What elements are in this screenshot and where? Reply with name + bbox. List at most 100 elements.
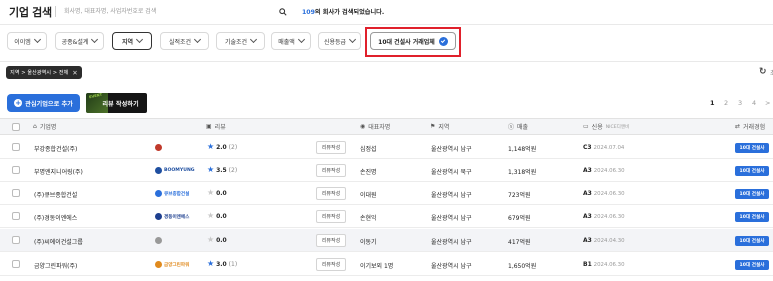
col-company[interactable]: ⌂ 기업명	[33, 122, 56, 131]
filter-label: 실적조건	[168, 38, 192, 46]
add-favorite-label: 관심기업으로 추가	[25, 100, 73, 108]
ceo-name: 심정섭	[360, 146, 377, 153]
write-review-row-button[interactable]: 리뷰작성	[316, 234, 346, 247]
rating-count: (1)	[228, 261, 238, 268]
flag-icon: ⚑	[430, 123, 436, 130]
row-checkbox[interactable]	[12, 189, 20, 197]
person-icon: ◉	[360, 123, 366, 130]
exchange-icon: ⇄	[735, 123, 741, 130]
trade-badge: 10대 건설사	[735, 212, 769, 222]
page-2[interactable]: 2	[724, 99, 728, 107]
credit-date: 2024.04.30	[593, 238, 625, 244]
region: 울산광역시 북구	[431, 169, 472, 176]
page-4[interactable]: 4	[752, 99, 756, 107]
logo-mark-icon	[155, 190, 162, 197]
company-name[interactable]: 부명엔지니어링(주)	[34, 167, 83, 176]
select-all-checkbox[interactable]	[12, 123, 20, 131]
result-message: 109의 회사가 검색되었습니다.	[302, 7, 384, 16]
check-icon	[438, 36, 448, 46]
active-filter-tag: 지역 > 울산광역시 > 전체 ✕	[6, 66, 82, 79]
col-region[interactable]: ⚑ 지역	[430, 122, 449, 131]
row-checkbox[interactable]	[12, 212, 20, 220]
write-review-row-button[interactable]: 리뷰작성	[316, 141, 346, 154]
write-review-row-button[interactable]: 리뷰작성	[316, 187, 346, 200]
region: 울산광역시 남구	[431, 263, 472, 270]
credit-date: 2024.07.04	[593, 145, 625, 151]
table-row[interactable]	[0, 182, 773, 205]
credit: A3 2024.06.30	[583, 190, 625, 197]
write-review-row-button[interactable]: 리뷰작성	[316, 258, 346, 271]
ceo-name: 이동기	[360, 239, 377, 246]
filter-chip-sales[interactable]: 매출액	[271, 32, 311, 50]
refresh-icon[interactable]: ↻	[759, 67, 767, 77]
rating: ★ 3.0 (1)	[207, 259, 237, 268]
filter-label: 지역	[121, 38, 134, 46]
trade-badge: 10대 건설사	[735, 143, 769, 153]
logo-text: 경동이엔에스	[164, 214, 190, 220]
col-sales-label: 매출	[517, 124, 529, 131]
table-row[interactable]	[0, 229, 773, 252]
table-row[interactable]	[0, 136, 773, 159]
rating-value: 0.0	[216, 213, 227, 220]
col-credit-sub: NICE디앤비	[605, 124, 630, 130]
logo-mark-icon	[155, 261, 162, 268]
company-name[interactable]: 부강종합건설(주)	[34, 144, 77, 153]
credit-date: 2024.06.30	[593, 168, 625, 174]
building-icon: ⌂	[33, 123, 37, 130]
chevron-down-icon	[297, 35, 305, 44]
add-favorite-button[interactable]: + 관심기업으로 추가	[7, 94, 80, 112]
logo-text: 큐브종합건설	[164, 191, 190, 197]
company-name[interactable]: (주)경동이엔에스	[34, 213, 77, 222]
col-trade[interactable]: ⇄ 거래경험	[735, 122, 765, 131]
table-row[interactable]	[0, 205, 773, 228]
star-icon: ★	[207, 142, 215, 151]
ceo-name: 손진명	[360, 169, 377, 176]
credit-grade: A3	[583, 213, 592, 220]
row-checkbox[interactable]	[12, 236, 20, 244]
company-name[interactable]: (주)큐브종합건설	[34, 190, 77, 199]
rating-value: 0.0	[216, 190, 227, 197]
star-icon: ★	[207, 188, 215, 197]
write-review-row-button[interactable]: 리뷰작성	[316, 210, 346, 223]
close-icon[interactable]: ✕	[72, 69, 77, 77]
trade-badge: 10대 건설사	[735, 166, 769, 176]
write-review-row-button[interactable]: 리뷰작성	[316, 164, 346, 177]
row-checkbox[interactable]	[12, 166, 20, 174]
filter-chip-iem[interactable]: 이이엠	[7, 32, 47, 50]
filter-chip-performance[interactable]: 실적조건	[160, 32, 209, 50]
result-count: 109	[302, 9, 315, 16]
credit-grade: B1	[583, 261, 592, 268]
filter-chip-credit[interactable]: 신용등급	[318, 32, 361, 50]
col-sales[interactable]: ⓢ 매출	[508, 122, 528, 131]
row-checkbox[interactable]	[12, 260, 20, 268]
col-credit[interactable]: ▭ 신용 NICE디앤비	[583, 122, 629, 131]
company-name[interactable]: 금양그린파워(주)	[34, 261, 77, 270]
chevron-down-icon	[135, 35, 144, 44]
col-credit-label: 신용	[591, 124, 603, 131]
row-checkbox[interactable]	[12, 143, 20, 151]
credit-grade: A3	[583, 190, 592, 197]
logo-mark-icon	[155, 213, 162, 220]
rating-value: 0.0	[216, 237, 227, 244]
search-input[interactable]	[64, 5, 286, 18]
col-trade-label: 거래경험	[743, 124, 766, 131]
write-review-button[interactable]: EVENT 리뷰 작성하기	[86, 93, 147, 113]
col-ceo[interactable]: ◉ 대표자명	[360, 122, 390, 131]
filter-label: 매출액	[278, 38, 295, 46]
sales: 1,650억원	[508, 263, 537, 270]
trade-badge: 10대 건설사	[735, 236, 769, 246]
page-3[interactable]: 3	[738, 99, 742, 107]
filter-chip-technology[interactable]: 기술조건	[216, 32, 265, 50]
page-title: 기업 검색	[9, 6, 52, 19]
chevron-down-icon	[33, 35, 41, 44]
col-ceo-label: 대표자명	[368, 124, 391, 131]
filter-chip-construction-type[interactable]: 공종&설계	[55, 32, 104, 50]
filter-chip-region[interactable]: 지역	[112, 32, 152, 50]
search-button[interactable]	[276, 5, 290, 18]
company-name[interactable]: (주)씨에이건설그룹	[34, 237, 83, 246]
page-1[interactable]: 1	[710, 99, 715, 107]
page-next[interactable]: >	[765, 99, 770, 107]
col-review[interactable]: ▣ 리뷰	[206, 122, 226, 131]
filter-chip-top10[interactable]: 10대 건설사 거래업체	[370, 32, 456, 50]
table-row[interactable]	[0, 159, 773, 182]
